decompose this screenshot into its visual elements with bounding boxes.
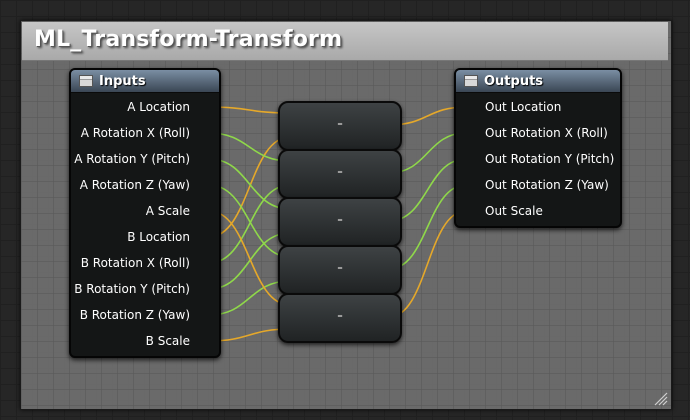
subtract-node-rotation-x[interactable]: - [278,149,402,199]
inputs-node-header[interactable]: Inputs [71,70,219,93]
input-pin-label: A Rotation Y (Pitch) [74,152,190,166]
subtract-symbol: - [337,212,343,228]
function-result-icon [464,75,478,87]
input-pin-label: B Scale [145,334,190,348]
input-pin-label: B Rotation Z (Yaw) [79,308,190,322]
resize-grip-icon[interactable] [652,390,668,406]
input-pin-label: A Scale [145,204,190,218]
subtract-symbol: - [337,260,343,276]
subtract-symbol: - [337,308,343,324]
output-pin-label: Out Location [485,100,562,114]
subtract-node-rotation-z[interactable]: - [278,245,402,295]
input-pin-label: A Rotation Z (Yaw) [79,178,190,192]
function-entry-icon [79,75,93,87]
subtract-node-scale[interactable]: - [278,293,402,343]
outputs-node-title: Outputs [484,73,544,89]
input-pin-label: B Location [127,230,190,244]
inputs-node-title: Inputs [99,73,146,89]
input-pin-label: A Location [127,100,190,114]
subtract-node-rotation-y[interactable]: - [278,197,402,247]
outputs-node-header[interactable]: Outputs [456,70,620,93]
input-pin-label: B Rotation Y (Pitch) [74,282,190,296]
subtract-symbol: - [337,164,343,180]
input-pin-label: A Rotation X (Roll) [80,126,190,140]
output-pin-label: Out Rotation Y (Pitch) [485,152,615,166]
output-pin-label: Out Rotation Z (Yaw) [485,178,609,192]
subtract-symbol: - [337,116,343,132]
output-pin-label: Out Scale [485,204,543,218]
subtract-node-location[interactable]: - [278,101,402,151]
output-pin-label: Out Rotation X (Roll) [485,126,608,140]
input-pin-label: B Rotation X (Roll) [80,256,190,270]
